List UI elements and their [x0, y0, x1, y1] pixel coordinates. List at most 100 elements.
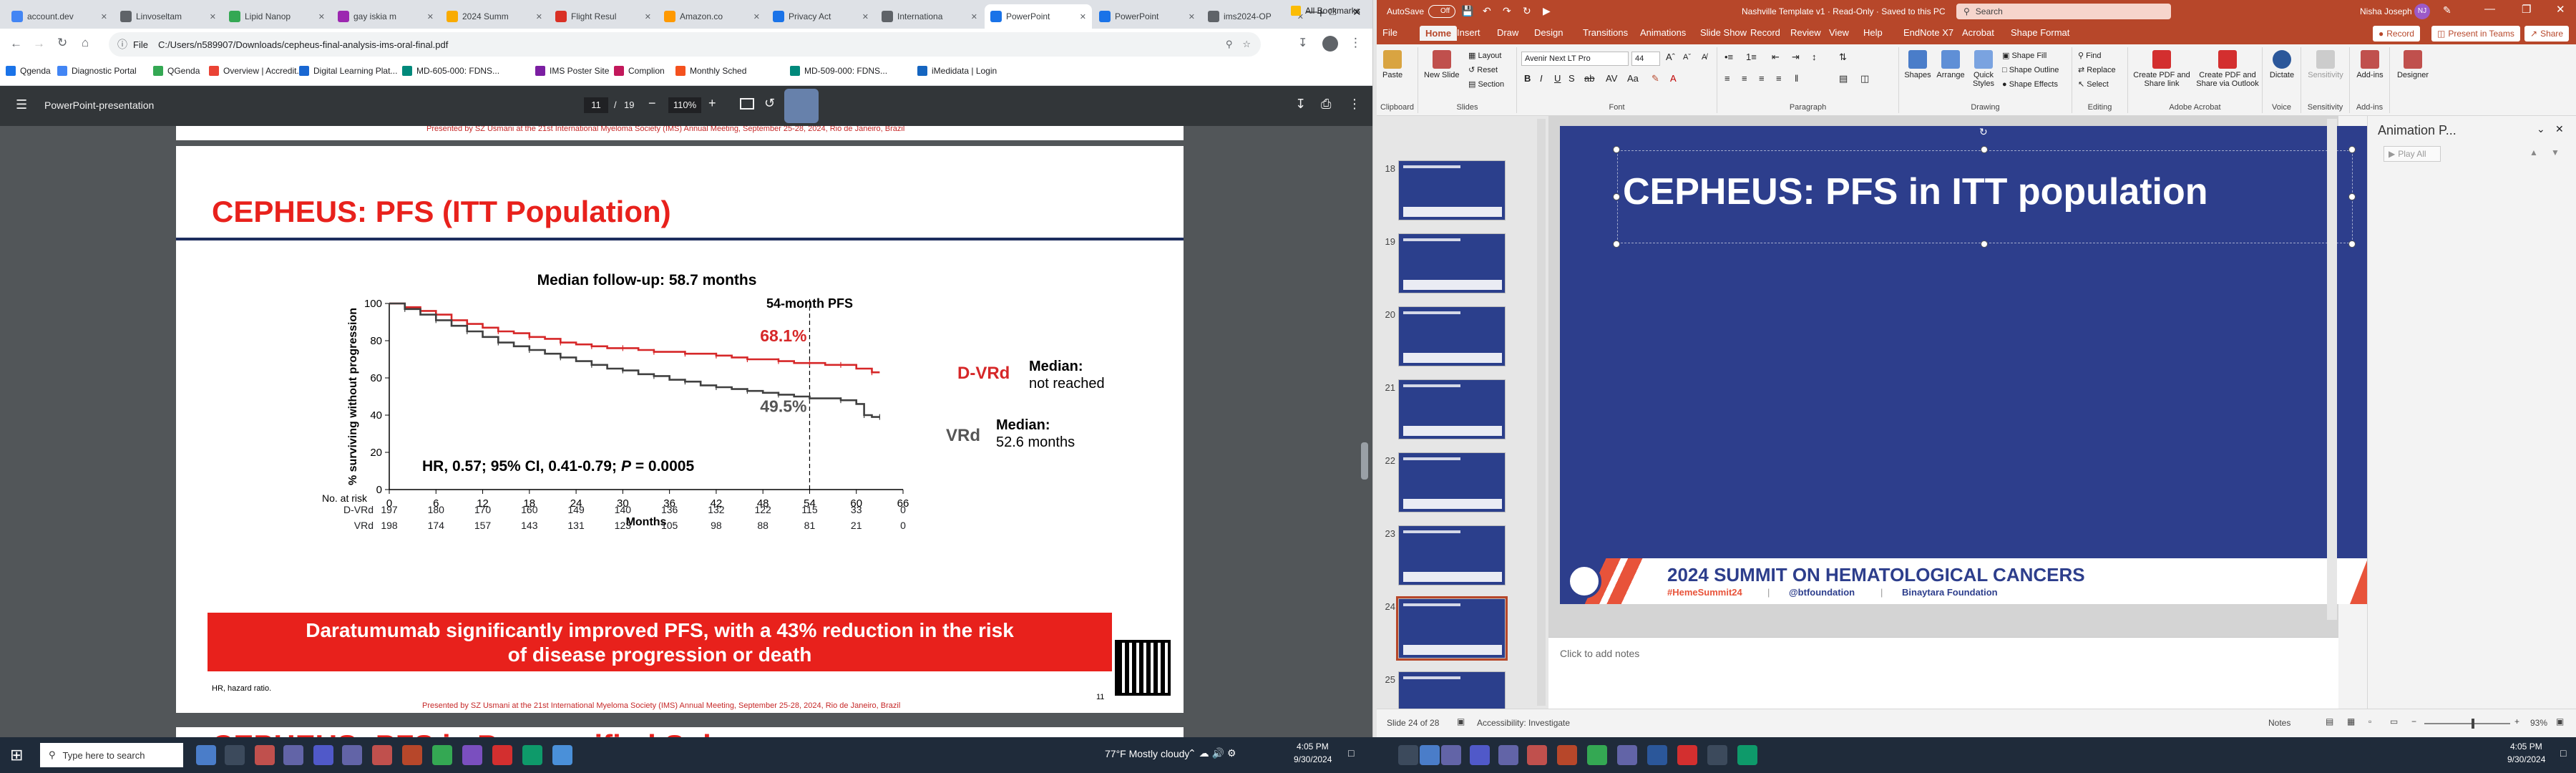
paste-button[interactable]: Paste — [1382, 50, 1402, 79]
align-right-icon[interactable]: ≡ — [1759, 74, 1765, 83]
font-name-select[interactable]: Avenir Next LT Pro — [1521, 52, 1629, 66]
zoom-percent[interactable]: 93% — [2530, 718, 2547, 728]
taskbar-app-icon[interactable] — [1398, 745, 1418, 765]
slide-thumbnail[interactable] — [1398, 306, 1506, 366]
play-all-button[interactable]: ▶ Play All — [2384, 146, 2441, 162]
ribbon-tab-home[interactable]: Home — [1420, 26, 1458, 41]
present-in-teams-button[interactable]: ◫ Present in Teams — [2431, 26, 2520, 42]
back-icon[interactable]: ← — [10, 37, 22, 51]
char-spacing-icon[interactable]: AV — [1606, 74, 1617, 83]
fit-page-icon[interactable] — [740, 98, 754, 110]
browser-tab[interactable]: account.dev ✕ — [6, 4, 113, 29]
bookmark-item[interactable]: MD-509-000: FDNS... — [790, 66, 887, 76]
pdf-scrollbar[interactable] — [1361, 442, 1368, 480]
slide-title[interactable]: CEPHEUS: PFS in ITT population — [1623, 170, 2208, 213]
shape-effects-button[interactable]: ● Shape Effects — [2002, 80, 2058, 89]
taskbar-app-icon[interactable] — [1527, 745, 1547, 765]
ribbon-tab-record[interactable]: Record — [1750, 27, 1780, 38]
sorter-view-icon[interactable]: ▦ — [2347, 716, 2355, 726]
ppt-close-button[interactable]: ✕ — [2556, 3, 2565, 16]
slide-thumbnail[interactable] — [1398, 452, 1506, 512]
tray-icons[interactable]: ⌃ ☁ 🔊 ⚙ — [1188, 747, 1236, 759]
bookmark-item[interactable]: Diagnostic Portal — [57, 66, 137, 76]
ribbon-tab-draw[interactable]: Draw — [1497, 27, 1518, 38]
sensitivity-button[interactable]: Sensitivity — [2304, 50, 2347, 79]
autosave-toggle[interactable]: Off — [1428, 5, 1455, 18]
pane-dropdown-icon[interactable]: ⌄ — [2537, 123, 2545, 135]
pdf-download-icon[interactable]: ↧ — [1295, 97, 1306, 112]
notes-pane[interactable]: Click to add notes — [1548, 637, 2338, 709]
bookmark-item[interactable]: Complion — [614, 66, 665, 76]
ppt-restore-button[interactable]: ❐ — [2522, 3, 2531, 16]
record-button[interactable]: ● Record — [2373, 26, 2420, 42]
reading-view-icon[interactable]: ▫ — [2368, 716, 2371, 726]
accessibility-status[interactable]: Accessibility: Investigate — [1477, 718, 1570, 728]
share-button[interactable]: ↗ Share — [2524, 26, 2570, 42]
taskbar-app-icon[interactable] — [1617, 745, 1637, 765]
profile-avatar[interactable] — [1322, 36, 1338, 52]
ribbon-tab-help[interactable]: Help — [1863, 27, 1883, 38]
notes-placeholder[interactable]: Click to add notes — [1560, 648, 1639, 659]
taskbar-app-icon[interactable] — [462, 745, 482, 765]
rotate-handle[interactable]: ↻ — [1979, 126, 1988, 138]
decrease-indent-icon[interactable]: ⇤ — [1772, 52, 1780, 62]
bookmark-item[interactable]: iMedidata | Login — [917, 66, 997, 76]
floating-widget[interactable] — [784, 89, 819, 123]
search-box[interactable]: ⚲ Search — [1956, 4, 2171, 19]
addins-button[interactable]: Add-ins — [2354, 50, 2386, 79]
resize-handle[interactable] — [1613, 240, 1620, 248]
browser-tab[interactable]: PowerPoint ✕ — [985, 4, 1092, 29]
bookmark-item[interactable]: Overview | Accredit... — [209, 66, 303, 76]
ribbon-tab-review[interactable]: Review — [1790, 27, 1821, 38]
create-pdf-share-button[interactable]: Create PDF and Share link — [2131, 50, 2192, 88]
line-spacing-icon[interactable]: ↕ — [1812, 52, 1817, 62]
taskbar-app-icon[interactable] — [1707, 745, 1727, 765]
bookmark-item[interactable]: Digital Learning Plat... — [299, 66, 397, 76]
move-down-icon[interactable]: ▼ — [2551, 147, 2560, 157]
tab-close-icon[interactable]: ✕ — [751, 12, 760, 21]
bookmark-item[interactable]: IMS Poster Site — [535, 66, 609, 76]
tab-close-icon[interactable]: ✕ — [424, 12, 434, 21]
shadow-icon[interactable]: S — [1568, 74, 1575, 83]
taskbar-app-icon[interactable] — [1441, 745, 1461, 765]
browser-tab[interactable]: PowerPoint ✕ — [1093, 4, 1201, 29]
tab-close-icon[interactable]: ✕ — [533, 12, 542, 21]
browser-tab[interactable]: Lipid Nanop ✕ — [223, 4, 331, 29]
zoom-level[interactable]: 110% — [668, 97, 701, 113]
rotate-icon[interactable]: ↺ — [764, 96, 775, 111]
taskbar-app-icon[interactable] — [1737, 745, 1757, 765]
zoom-plus-icon[interactable]: + — [2514, 716, 2519, 726]
text-direction-icon[interactable]: ⇅ — [1839, 52, 1847, 62]
grow-font-icon[interactable]: Aˆ — [1666, 52, 1675, 62]
align-left-icon[interactable]: ≡ — [1724, 74, 1730, 83]
align-center-icon[interactable]: ≡ — [1742, 74, 1747, 83]
pdf-viewer[interactable]: Presented by SZ Usmani at the 21st Inter… — [0, 126, 1372, 737]
smartart-icon[interactable]: ◫ — [1860, 74, 1869, 83]
change-case-icon[interactable]: Aa — [1627, 74, 1639, 83]
notification-icon-right[interactable]: □ — [2560, 747, 2566, 759]
font-size-select[interactable]: 44 — [1631, 52, 1660, 66]
taskbar-app-icon[interactable] — [225, 745, 245, 765]
page-number-input[interactable]: 11 — [584, 97, 608, 113]
taskbar-app-icon[interactable] — [342, 745, 362, 765]
save-icon[interactable]: 💾 — [1461, 5, 1473, 17]
reload-icon[interactable]: ↻ — [57, 36, 67, 50]
taskbar-app-icon[interactable] — [1498, 745, 1518, 765]
align-text-icon[interactable]: ▤ — [1839, 74, 1848, 83]
tab-close-icon[interactable]: ✕ — [968, 12, 977, 21]
user-avatar[interactable]: NJ — [2414, 4, 2430, 19]
highlight-icon[interactable]: ✎ — [1652, 74, 1659, 83]
browser-tab[interactable]: gay iskia m ✕ — [332, 4, 439, 29]
resize-handle[interactable] — [2348, 146, 2356, 153]
present-icon[interactable]: ▶ — [1543, 5, 1551, 17]
resize-handle[interactable] — [1613, 146, 1620, 153]
slide-thumbnail[interactable] — [1398, 525, 1506, 585]
browser-tab[interactable]: Privacy Act ✕ — [767, 4, 874, 29]
move-up-icon[interactable]: ▲ — [2529, 147, 2538, 157]
find-button[interactable]: ⚲ Find — [2078, 52, 2102, 60]
select-button[interactable]: ↖ Select — [2078, 80, 2109, 89]
ribbon-tab-file[interactable]: File — [1382, 27, 1397, 38]
windows-start-icon[interactable]: ⊞ — [10, 746, 23, 764]
print-icon[interactable]: ⎙ — [1321, 97, 1331, 112]
underline-icon[interactable]: U — [1554, 74, 1561, 83]
